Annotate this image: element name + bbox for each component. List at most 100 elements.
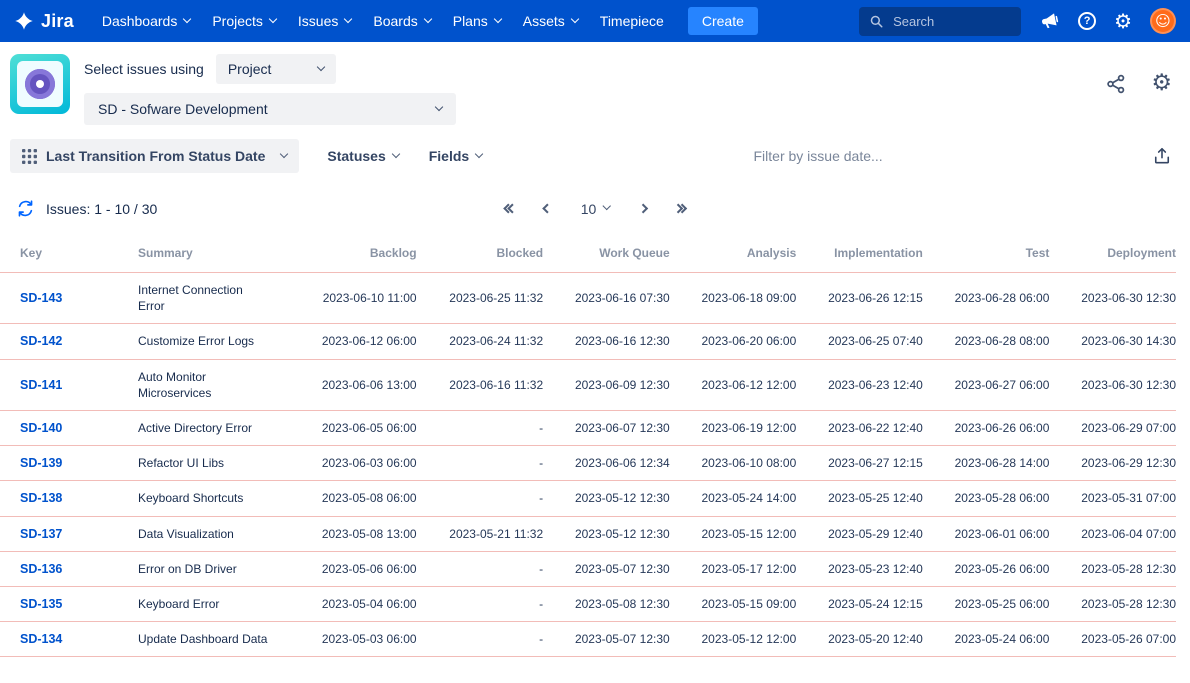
date-cell: 2023-05-31 07:00 bbox=[1049, 481, 1176, 516]
date-cell: 2023-06-29 12:30 bbox=[1049, 446, 1176, 481]
issue-key-link[interactable]: SD-134 bbox=[20, 632, 62, 646]
date-cell: 2023-06-01 06:00 bbox=[923, 516, 1050, 551]
settings-gear-icon[interactable]: ⚙ bbox=[1114, 11, 1132, 31]
issue-key-link[interactable]: SD-142 bbox=[20, 334, 62, 348]
chevron-down-icon bbox=[183, 14, 191, 22]
issues-table-body: SD-143 Internet Connection Error 2023-06… bbox=[0, 273, 1176, 657]
issue-selectors: Select issues using Project SD - Sofware… bbox=[84, 54, 456, 125]
column-header-backlog: Backlog bbox=[290, 234, 417, 273]
last-page-button[interactable] bbox=[670, 201, 689, 216]
date-field-dropdown[interactable]: Last Transition From Status Date bbox=[10, 139, 299, 173]
date-cell: 2023-06-10 11:00 bbox=[290, 273, 417, 324]
issue-summary: Active Directory Error bbox=[138, 410, 290, 445]
date-cell: 2023-06-04 07:00 bbox=[1049, 516, 1176, 551]
issue-key-link[interactable]: SD-139 bbox=[20, 456, 62, 470]
date-cell: - bbox=[417, 481, 544, 516]
search-icon bbox=[869, 14, 884, 29]
chevron-down-icon bbox=[391, 149, 399, 157]
date-cell: 2023-06-06 13:00 bbox=[290, 359, 417, 410]
column-header-implementation: Implementation bbox=[796, 234, 923, 273]
nav-item-boards[interactable]: Boards bbox=[363, 7, 440, 35]
project-dropdown[interactable]: SD - Sofware Development bbox=[84, 93, 456, 125]
date-cell: 2023-05-08 13:00 bbox=[290, 516, 417, 551]
date-cell: 2023-05-04 06:00 bbox=[290, 586, 417, 621]
share-icon[interactable] bbox=[1105, 73, 1127, 95]
table-row: SD-140 Active Directory Error 2023-06-05… bbox=[0, 410, 1176, 445]
date-cell: 2023-06-12 06:00 bbox=[290, 324, 417, 359]
export-icon[interactable] bbox=[1152, 146, 1172, 166]
chevron-down-icon bbox=[435, 102, 443, 110]
nav-item-projects[interactable]: Projects bbox=[202, 7, 286, 35]
issue-key-link[interactable]: SD-137 bbox=[20, 527, 62, 541]
issue-summary: Error on DB Driver bbox=[138, 551, 290, 586]
jira-logo[interactable]: Jira bbox=[14, 11, 74, 32]
search-input[interactable] bbox=[891, 13, 1001, 30]
issue-key-link[interactable]: SD-140 bbox=[20, 421, 62, 435]
header-actions: ⚙ bbox=[1105, 54, 1172, 95]
date-cell: 2023-06-16 11:32 bbox=[417, 359, 544, 410]
date-cell: 2023-06-30 12:30 bbox=[1049, 359, 1176, 410]
nav-item-assets[interactable]: Assets bbox=[513, 7, 588, 35]
date-cell: 2023-06-16 12:30 bbox=[543, 324, 670, 359]
prev-page-button[interactable] bbox=[540, 201, 555, 216]
refresh-icon[interactable] bbox=[16, 199, 35, 218]
date-cell: 2023-06-30 14:30 bbox=[1049, 324, 1176, 359]
create-button[interactable]: Create bbox=[688, 7, 758, 35]
table-row: SD-134 Update Dashboard Data 2023-05-03 … bbox=[0, 622, 1176, 657]
date-cell: 2023-05-21 11:32 bbox=[417, 516, 544, 551]
date-cell: 2023-06-29 07:00 bbox=[1049, 410, 1176, 445]
page-size-dropdown[interactable]: 10 bbox=[575, 197, 616, 221]
nav-left: Jira DashboardsProjectsIssuesBoardsPlans… bbox=[14, 7, 758, 35]
column-header-work-queue: Work Queue bbox=[543, 234, 670, 273]
date-cell: - bbox=[417, 586, 544, 621]
date-cell: 2023-05-03 06:00 bbox=[290, 622, 417, 657]
date-cell: 2023-05-28 12:30 bbox=[1049, 586, 1176, 621]
date-cell: 2023-05-12 12:30 bbox=[543, 481, 670, 516]
statuses-dropdown[interactable]: Statuses bbox=[325, 142, 400, 170]
nav-item-issues[interactable]: Issues bbox=[288, 7, 361, 35]
issue-key-link[interactable]: SD-135 bbox=[20, 597, 62, 611]
table-row: SD-135 Keyboard Error 2023-05-04 06:00 -… bbox=[0, 586, 1176, 621]
nav-item-plans[interactable]: Plans bbox=[443, 7, 511, 35]
date-cell: - bbox=[417, 551, 544, 586]
date-cell: 2023-05-12 12:30 bbox=[543, 516, 670, 551]
issue-summary: Keyboard Shortcuts bbox=[138, 481, 290, 516]
user-avatar[interactable]: ☺ bbox=[1150, 8, 1176, 34]
first-page-button[interactable] bbox=[501, 201, 520, 216]
issue-summary: Data Visualization bbox=[138, 516, 290, 551]
date-cell: 2023-05-07 12:30 bbox=[543, 551, 670, 586]
date-cell: 2023-05-12 12:00 bbox=[670, 622, 797, 657]
table-row: SD-141 Auto Monitor Microservices 2023-0… bbox=[0, 359, 1176, 410]
table-row: SD-139 Refactor UI Libs 2023-06-03 06:00… bbox=[0, 446, 1176, 481]
report-settings-gear-icon[interactable]: ⚙ bbox=[1151, 72, 1172, 95]
table-wrap: KeySummaryBacklogBlockedWork QueueAnalys… bbox=[0, 224, 1190, 657]
date-cell: 2023-06-23 12:40 bbox=[796, 359, 923, 410]
issue-key-link[interactable]: SD-138 bbox=[20, 491, 62, 505]
column-header-deployment: Deployment bbox=[1049, 234, 1176, 273]
date-cell: 2023-06-19 12:00 bbox=[670, 410, 797, 445]
jira-logo-icon bbox=[14, 11, 34, 31]
nav-item-timepiece[interactable]: Timepiece bbox=[590, 7, 674, 35]
table-row: SD-137 Data Visualization 2023-05-08 13:… bbox=[0, 516, 1176, 551]
date-cell: 2023-05-25 06:00 bbox=[923, 586, 1050, 621]
issue-date-filter-input[interactable] bbox=[698, 147, 938, 165]
announcements-icon[interactable] bbox=[1039, 11, 1060, 32]
date-cell: 2023-05-08 06:00 bbox=[290, 481, 417, 516]
issue-key-link[interactable]: SD-136 bbox=[20, 562, 62, 576]
date-cell: 2023-06-18 09:00 bbox=[670, 273, 797, 324]
next-page-button[interactable] bbox=[635, 201, 650, 216]
help-icon[interactable]: ? bbox=[1078, 12, 1096, 30]
nav-right: ? ⚙ ☺ bbox=[859, 7, 1176, 36]
date-cell: 2023-06-30 12:30 bbox=[1049, 273, 1176, 324]
nav-item-dashboards[interactable]: Dashboards bbox=[92, 7, 201, 35]
table-row: SD-142 Customize Error Logs 2023-06-12 0… bbox=[0, 324, 1176, 359]
date-cell: 2023-06-07 12:30 bbox=[543, 410, 670, 445]
column-header-analysis: Analysis bbox=[670, 234, 797, 273]
jira-logo-text: Jira bbox=[41, 11, 74, 32]
search-box[interactable] bbox=[859, 7, 1021, 36]
issue-key-link[interactable]: SD-141 bbox=[20, 378, 62, 392]
select-mode-dropdown[interactable]: Project bbox=[216, 54, 336, 84]
issue-key-link[interactable]: SD-143 bbox=[20, 291, 62, 305]
fields-dropdown[interactable]: Fields bbox=[427, 142, 484, 170]
issue-summary: Auto Monitor Microservices bbox=[138, 359, 290, 410]
